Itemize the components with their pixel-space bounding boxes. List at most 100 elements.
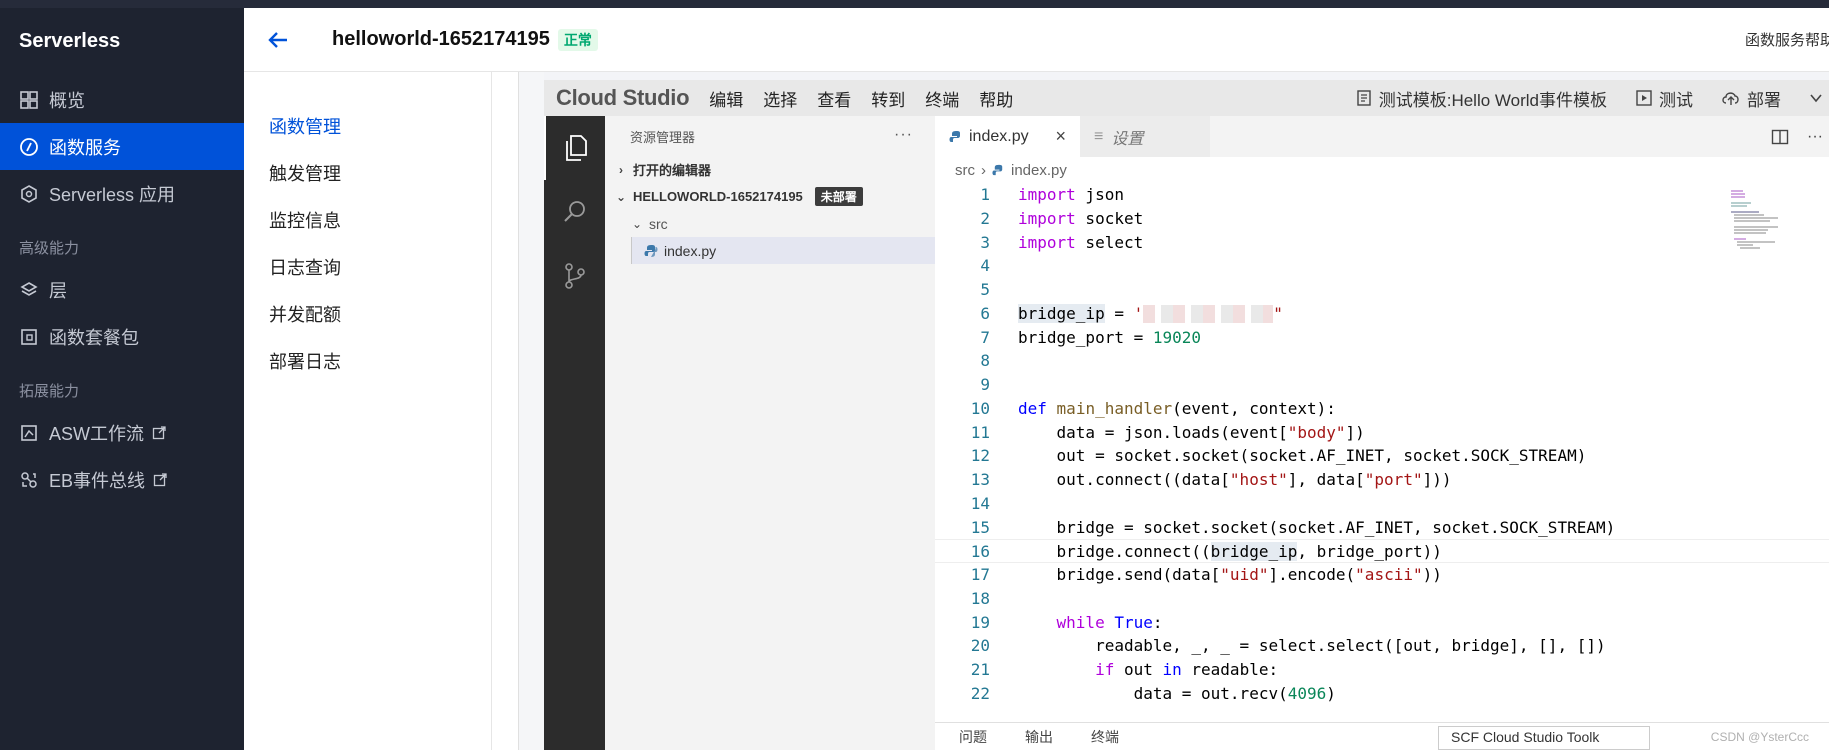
tab-settings[interactable]: ≡ 设置	[1080, 116, 1210, 157]
tab-index-py[interactable]: index.py ×	[935, 116, 1080, 157]
section-extend: 拓展能力	[19, 383, 80, 400]
menu-goto[interactable]: 转到	[871, 86, 905, 111]
split-editor-icon[interactable]	[1771, 128, 1789, 146]
deploy-button[interactable]: 部署	[1721, 86, 1781, 111]
folder-src[interactable]: ⌄ src	[605, 210, 935, 237]
bottom-panel: 问题 输出 终端 SCF Cloud Studio Toolk CSDN @Ys…	[935, 722, 1829, 750]
python-file-icon	[992, 164, 1005, 177]
back-arrow-icon[interactable]	[264, 26, 292, 54]
submenu-trigger-management[interactable]: 触发管理	[244, 149, 491, 196]
package-icon	[19, 327, 39, 347]
cloud-studio-ide: Cloud Studio 编辑 选择 查看 转到 终端 帮助 测试模板:Hell…	[544, 80, 1829, 750]
submenu-deploy-log[interactable]: 部署日志	[244, 337, 491, 384]
panel-tab-terminal[interactable]: 终端	[1091, 727, 1119, 747]
redacted-ip	[1143, 305, 1274, 324]
nav-item-label: 概览	[49, 90, 85, 111]
menu-view[interactable]: 查看	[817, 86, 851, 111]
nav-item-serverless-app[interactable]: Serverless 应用	[0, 170, 244, 217]
help-link[interactable]: 函数服务帮助	[1745, 29, 1829, 50]
app-icon	[19, 184, 39, 204]
submenu-monitoring[interactable]: 监控信息	[244, 196, 491, 243]
breadcrumb: src › index.py	[935, 157, 1829, 183]
minimap[interactable]	[1729, 188, 1779, 258]
panel-tab-problems[interactable]: 问题	[959, 727, 987, 747]
submenu-function-management[interactable]: 函数管理	[244, 102, 491, 149]
ide-toolbar: 测试模板:Hello World事件模板 测试 部署	[1355, 80, 1829, 116]
project-folder[interactable]: ⌄ HELLOWORLD-1652174195 未部署	[605, 183, 935, 210]
nav-item-overview[interactable]: 概览	[0, 76, 244, 123]
cloud-upload-icon	[1722, 92, 1739, 105]
code-line: 17 bridge.send(data["uid"].encode("ascii…	[970, 565, 1442, 584]
cloud-studio-logo: Cloud Studio	[556, 85, 690, 110]
menu-terminal[interactable]: 终端	[925, 86, 959, 111]
code-editor: index.py × ≡ 设置 ··· src › index.py 1 imp…	[935, 116, 1829, 750]
document-icon	[1357, 90, 1371, 106]
function-submenu: 函数管理 触发管理 监控信息 日志查询 并发配额 部署日志	[244, 72, 492, 750]
project-name: HELLOWORLD-1652174195	[633, 189, 803, 204]
chevron-right-icon: ›	[619, 162, 623, 177]
menu-select[interactable]: 选择	[763, 86, 797, 111]
function-icon	[19, 137, 39, 157]
eventbus-icon	[19, 470, 39, 490]
code-line: 22 data = out.recv(4096)	[970, 683, 1336, 703]
test-icon	[1636, 90, 1652, 106]
menu-help[interactable]: 帮助	[979, 86, 1013, 111]
nav-item-label: ASW工作流	[49, 423, 145, 444]
nav-item-layers[interactable]: 层	[0, 266, 244, 313]
open-editors-section[interactable]: › 打开的编辑器	[605, 156, 935, 183]
submenu-concurrency-quota[interactable]: 并发配额	[244, 290, 491, 337]
python-file-icon	[949, 130, 963, 144]
nav-item-label: Serverless 应用	[49, 184, 176, 205]
code-line: 11 data = json.loads(event["body"])	[970, 422, 1365, 442]
explorer-title: 资源管理器	[630, 129, 696, 145]
menu-edit[interactable]: 编辑	[709, 86, 743, 111]
source-control-icon[interactable]	[544, 244, 605, 308]
nav-item-functions[interactable]: 函数服务	[0, 123, 244, 170]
more-dropdown-icon[interactable]	[1809, 91, 1829, 105]
brand-title: Serverless	[19, 30, 121, 52]
code-area[interactable]: 1 import json 2 import socket 3 import sele…	[935, 183, 1829, 706]
open-editors-label: 打开的编辑器	[633, 163, 712, 178]
settings-icon: ≡	[1094, 127, 1104, 145]
chevron-down-icon: ⌄	[615, 189, 627, 204]
breadcrumb-file[interactable]: index.py	[1011, 162, 1067, 179]
explorer-icon[interactable]	[544, 116, 605, 180]
tab-actions: ···	[1771, 116, 1829, 157]
folder-label: src	[649, 215, 668, 232]
code-line: 10 def main_handler(event, context):	[970, 398, 1336, 418]
function-title: helloworld-1652174195	[332, 28, 550, 50]
file-index-py[interactable]: index.py	[631, 237, 935, 264]
panel-tab-output[interactable]: 输出	[1025, 727, 1053, 747]
chevron-right-icon: ›	[981, 161, 986, 179]
more-actions-icon[interactable]: ···	[1807, 128, 1823, 146]
content-gutter-inner	[518, 72, 544, 750]
more-actions-icon[interactable]: ···	[894, 126, 913, 144]
python-file-icon	[644, 244, 658, 258]
tab-label: 设置	[1111, 130, 1144, 148]
code-line: 7 bridge_port = 19020	[980, 327, 1202, 347]
undeployed-badge: 未部署	[814, 187, 863, 206]
nav-item-label: 层	[49, 280, 67, 301]
nav-item-eb-eventbus[interactable]: EB事件总线	[0, 456, 244, 503]
layers-icon	[19, 280, 39, 300]
breadcrumb-folder[interactable]: src	[955, 162, 975, 179]
nav-item-label: EB事件总线	[49, 470, 146, 491]
search-icon[interactable]	[544, 180, 605, 244]
test-button[interactable]: 测试	[1635, 86, 1693, 111]
code-line: 19 while True:	[970, 612, 1163, 632]
code-line: 13 out.connect((data["host"], data["port…	[970, 470, 1452, 489]
activity-bar	[544, 116, 605, 750]
external-link-icon	[152, 425, 166, 440]
test-template-button[interactable]: 测试模板:Hello World事件模板	[1355, 86, 1607, 111]
top-strip	[0, 0, 1829, 8]
output-channel-select[interactable]: SCF Cloud Studio Toolk	[1438, 726, 1650, 750]
submenu-log-query[interactable]: 日志查询	[244, 243, 491, 290]
page-header: helloworld-1652174195 正常 函数服务帮助	[244, 8, 1829, 72]
nav-item-package[interactable]: 函数套餐包	[0, 313, 244, 360]
code-line: 3 import select	[980, 232, 1144, 252]
nav-item-asw-workflow[interactable]: ASW工作流	[0, 409, 244, 456]
test-template-label: 测试模板:Hello World事件模板	[1378, 90, 1607, 110]
code-line: 21 if out in readable:	[970, 660, 1279, 679]
code-line: 14	[970, 493, 990, 513]
close-icon[interactable]: ×	[1055, 126, 1066, 147]
